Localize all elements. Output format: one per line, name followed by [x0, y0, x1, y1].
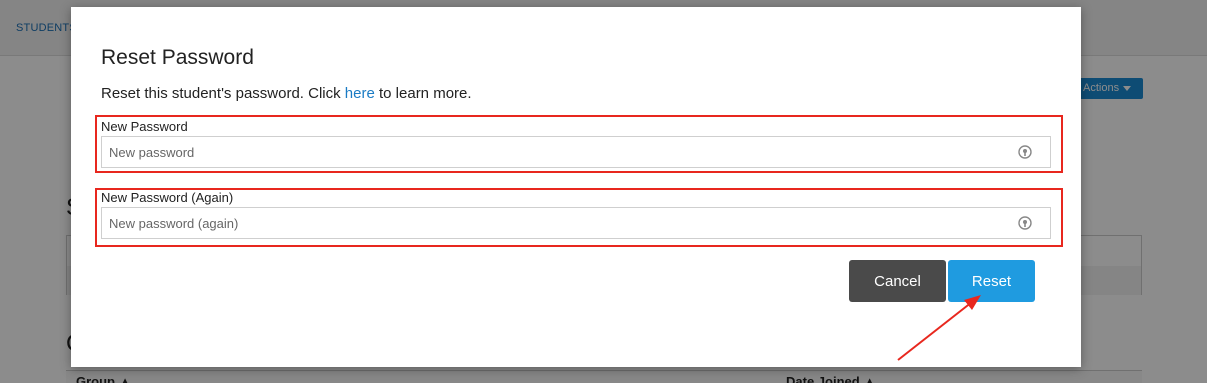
reset-password-modal: Reset Password Reset this student's pass…	[71, 7, 1081, 367]
description-prefix: Reset this student's password. Click	[101, 85, 345, 102]
highlight-box-new-password-again	[95, 188, 1063, 247]
cancel-button[interactable]: Cancel	[849, 260, 946, 302]
highlight-box-new-password	[95, 115, 1063, 173]
description-suffix: to learn more.	[374, 85, 472, 102]
modal-title: Reset Password	[101, 46, 254, 69]
modal-description: Reset this student's password. Click her…	[101, 85, 472, 102]
learn-more-link[interactable]: here	[345, 85, 375, 102]
reset-button[interactable]: Reset	[948, 260, 1035, 302]
